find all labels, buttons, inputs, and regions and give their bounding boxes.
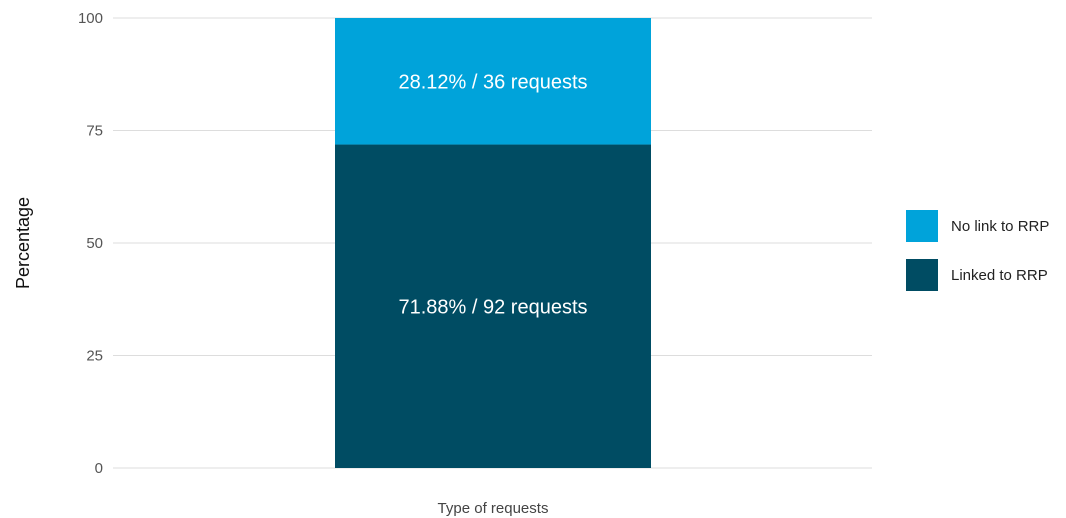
legend-swatch-linked-to-rrp [906, 259, 938, 291]
legend-swatch-no-link-to-rrp [906, 210, 938, 242]
y-tick-label: 25 [86, 348, 103, 365]
y-axis-title: Percentage [13, 197, 33, 289]
chart-container: 0 25 50 75 100 71.88% / 92 requests 28.12% / … [0, 0, 1066, 518]
y-axis-ticks: 0 25 50 75 100 [78, 10, 103, 477]
legend: No link to RRP Linked to RRP [906, 210, 1049, 291]
legend-label-no-link-to-rrp: No link to RRP [951, 218, 1049, 235]
y-tick-label: 0 [95, 460, 103, 477]
x-axis-title: Type of requests [438, 500, 549, 517]
bar-label-no-link-to-rrp: 28.12% / 36 requests [398, 71, 587, 93]
bar-label-linked-to-rrp: 71.88% / 92 requests [398, 296, 587, 318]
y-tick-label: 100 [78, 10, 103, 27]
y-tick-label: 50 [86, 235, 103, 252]
y-tick-label: 75 [86, 123, 103, 140]
legend-label-linked-to-rrp: Linked to RRP [951, 267, 1048, 284]
stacked-bar-chart: 0 25 50 75 100 71.88% / 92 requests 28.12% / … [13, 10, 1049, 517]
